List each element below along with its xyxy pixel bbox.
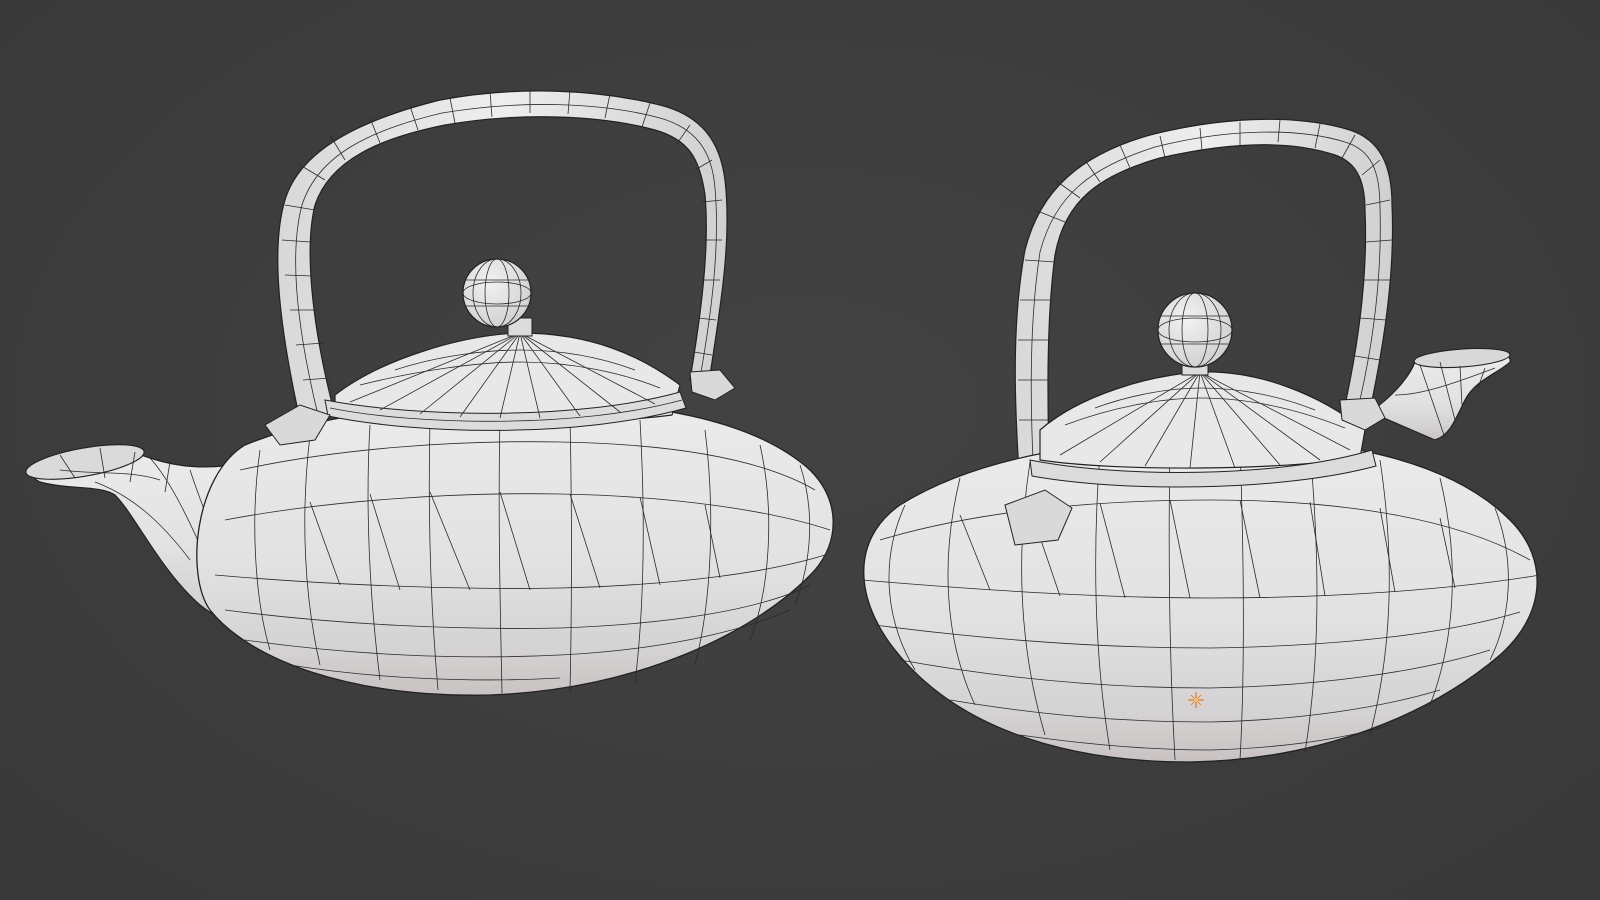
teapot-left-lid[interactable] xyxy=(324,258,687,431)
teapot-right-spout[interactable] xyxy=(1368,346,1511,441)
teapot-left-lug-right xyxy=(689,369,736,401)
teapot-left[interactable] xyxy=(23,89,834,696)
teapot-right-knob[interactable] xyxy=(1157,292,1233,376)
viewport-canvas[interactable] xyxy=(0,0,1600,900)
teapot-right-lid[interactable] xyxy=(1029,292,1377,488)
teapot-left-body[interactable] xyxy=(196,401,834,696)
3d-viewport[interactable] xyxy=(0,0,1600,900)
teapot-right[interactable] xyxy=(861,118,1541,763)
teapot-left-knob[interactable] xyxy=(462,258,533,337)
